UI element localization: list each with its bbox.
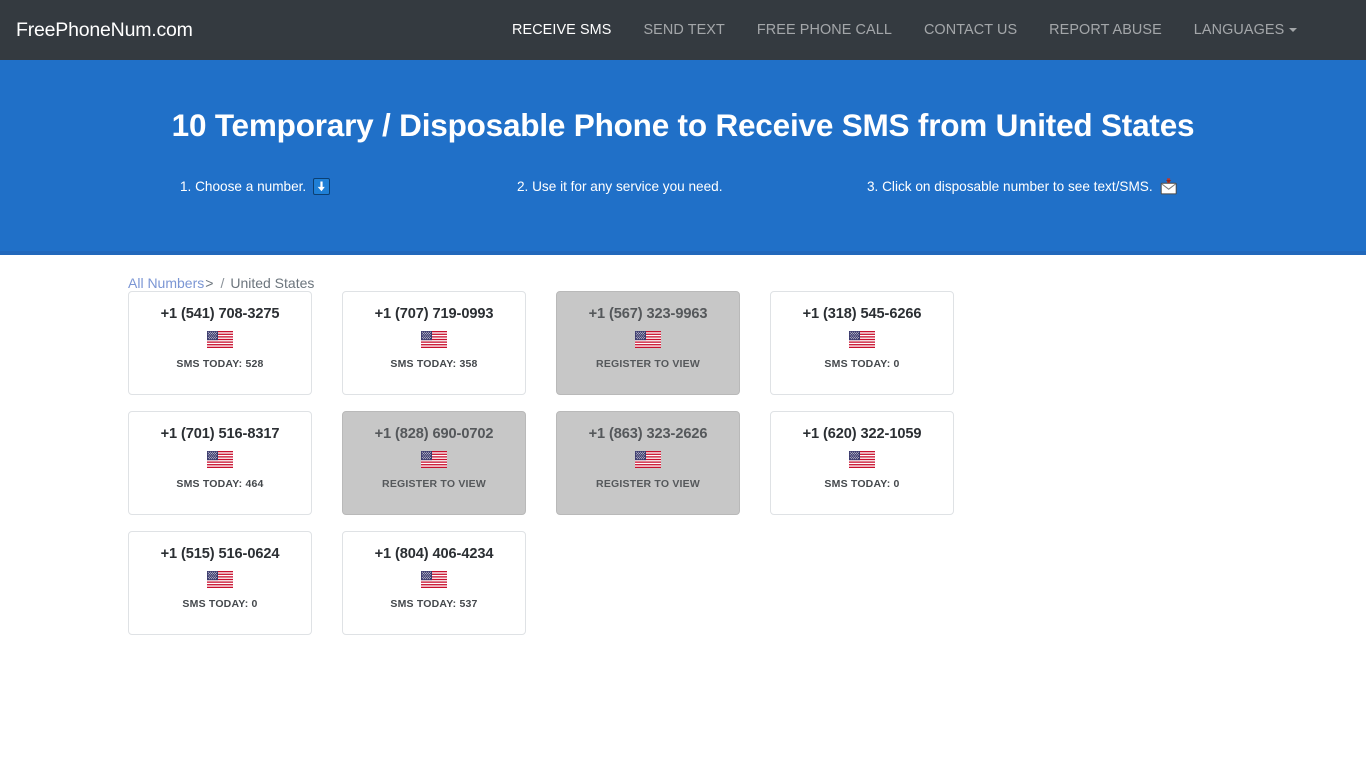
register-to-view-label: REGISTER TO VIEW <box>596 477 700 490</box>
hero-banner: 10 Temporary / Disposable Phone to Recei… <box>0 60 1366 255</box>
register-to-view-label: REGISTER TO VIEW <box>382 477 486 490</box>
phone-number-label: +1 (707) 719-0993 <box>374 306 494 322</box>
phone-card[interactable]: +1 (620) 322-1059 SMS TODAY: 0 <box>770 411 954 515</box>
phone-number-label: +1 (701) 516-8317 <box>160 426 280 442</box>
phone-card-slot: +1 (620) 322-1059 SMS TODAY: 0 <box>770 411 984 515</box>
us-flag-icon <box>849 450 875 468</box>
phone-card-slot: +1 (567) 323-9963 REGISTER TO VIEW <box>556 291 770 395</box>
nav-item-send-text[interactable]: SEND TEXT <box>627 14 740 46</box>
instruction-steps: 1. Choose a number. 2. Use it for any se… <box>0 178 1366 195</box>
breadcrumb: All Numbers> / United States <box>128 255 1366 291</box>
us-flag-icon <box>421 330 447 348</box>
main-content: All Numbers> / United States +1 (541) 708-… <box>0 255 1366 735</box>
breadcrumb-slash: / <box>220 275 225 291</box>
sms-today-count: SMS TODAY: 528 <box>176 357 264 370</box>
primary-nav: RECEIVE SMS SEND TEXT FREE PHONE CALL CO… <box>496 0 1313 60</box>
us-flag-icon <box>635 330 661 348</box>
phone-number-label: +1 (804) 406-4234 <box>374 546 494 562</box>
sms-today-count: SMS TODAY: 358 <box>390 357 478 370</box>
phone-card-slot: +1 (318) 545-6266 SMS TODAY: 0 <box>770 291 984 395</box>
phone-number-label: +1 (828) 690-0702 <box>374 426 494 442</box>
top-navbar: FreePhoneNum.com RECEIVE SMS SEND TEXT F… <box>0 0 1366 60</box>
nav-item-report-abuse[interactable]: REPORT ABUSE <box>1033 14 1178 46</box>
page-title: 10 Temporary / Disposable Phone to Recei… <box>171 107 1195 143</box>
phone-number-label: +1 (515) 516-0624 <box>160 546 280 562</box>
phone-card-slot: +1 (804) 406-4234 SMS TODAY: 537 <box>342 531 556 635</box>
phone-card-slot: +1 (863) 323-2626 REGISTER TO VIEW <box>556 411 770 515</box>
nav-item-receive-sms[interactable]: RECEIVE SMS <box>496 14 627 46</box>
incoming-envelope-icon <box>1160 178 1178 195</box>
phone-card[interactable]: +1 (707) 719-0993 SMS TODAY: 358 <box>342 291 526 395</box>
phone-card[interactable]: +1 (701) 516-8317 SMS TODAY: 464 <box>128 411 312 515</box>
phone-card-locked[interactable]: +1 (828) 690-0702 REGISTER TO VIEW <box>342 411 526 515</box>
nav-item-languages[interactable]: LANGUAGES <box>1178 14 1313 46</box>
breadcrumb-link-all-numbers[interactable]: All Numbers <box>128 275 204 291</box>
breadcrumb-current-country: United States <box>230 275 315 291</box>
phone-card-slot: +1 (701) 516-8317 SMS TODAY: 464 <box>128 411 342 515</box>
phone-card-slot: +1 (515) 516-0624 SMS TODAY: 0 <box>128 531 342 635</box>
instruction-step-1: 1. Choose a number. <box>169 178 517 195</box>
nav-item-languages-label: LANGUAGES <box>1193 22 1285 38</box>
phone-number-label: +1 (567) 323-9963 <box>588 306 708 322</box>
phone-card-locked[interactable]: +1 (863) 323-2626 REGISTER TO VIEW <box>556 411 740 515</box>
phone-card-slot: +1 (828) 690-0702 REGISTER TO VIEW <box>342 411 556 515</box>
breadcrumb-separator: > <box>205 275 214 291</box>
phone-card[interactable]: +1 (318) 545-6266 SMS TODAY: 0 <box>770 291 954 395</box>
sms-today-count: SMS TODAY: 0 <box>824 357 900 370</box>
chevron-down-icon <box>1289 28 1298 32</box>
instruction-step-1-text: 1. Choose a number. <box>180 179 307 194</box>
phone-number-label: +1 (620) 322-1059 <box>802 426 922 442</box>
nav-item-free-phone-call[interactable]: FREE PHONE CALL <box>741 14 908 46</box>
instruction-step-2: 2. Use it for any service you need. <box>517 179 867 194</box>
us-flag-icon <box>207 570 233 588</box>
phone-number-label: +1 (863) 323-2626 <box>588 426 708 442</box>
instruction-step-2-text: 2. Use it for any service you need. <box>517 179 723 194</box>
site-brand-logo[interactable]: FreePhoneNum.com <box>16 19 193 42</box>
us-flag-icon <box>421 450 447 468</box>
us-flag-icon <box>421 570 447 588</box>
phone-card[interactable]: +1 (515) 516-0624 SMS TODAY: 0 <box>128 531 312 635</box>
instruction-step-3-text: 3. Click on disposable number to see tex… <box>867 179 1153 194</box>
phone-card-slot: +1 (707) 719-0993 SMS TODAY: 358 <box>342 291 556 395</box>
us-flag-icon <box>207 330 233 348</box>
sms-today-count: SMS TODAY: 0 <box>182 597 258 610</box>
arrow-down-icon <box>313 178 331 195</box>
register-to-view-label: REGISTER TO VIEW <box>596 357 700 370</box>
instruction-step-3: 3. Click on disposable number to see tex… <box>867 178 1197 195</box>
us-flag-icon <box>849 330 875 348</box>
phone-card[interactable]: +1 (804) 406-4234 SMS TODAY: 537 <box>342 531 526 635</box>
us-flag-icon <box>635 450 661 468</box>
phone-number-label: +1 (318) 545-6266 <box>802 306 922 322</box>
nav-item-contact-us[interactable]: CONTACT US <box>908 14 1033 46</box>
phone-card[interactable]: +1 (541) 708-3275 SMS TODAY: 528 <box>128 291 312 395</box>
phone-number-grid: +1 (541) 708-3275 SMS TODAY: 528 +1 (707… <box>128 291 1128 651</box>
sms-today-count: SMS TODAY: 0 <box>824 477 900 490</box>
sms-today-count: SMS TODAY: 464 <box>176 477 264 490</box>
phone-card-slot: +1 (541) 708-3275 SMS TODAY: 528 <box>128 291 342 395</box>
phone-card-locked[interactable]: +1 (567) 323-9963 REGISTER TO VIEW <box>556 291 740 395</box>
us-flag-icon <box>207 450 233 468</box>
sms-today-count: SMS TODAY: 537 <box>390 597 478 610</box>
phone-number-label: +1 (541) 708-3275 <box>160 306 280 322</box>
